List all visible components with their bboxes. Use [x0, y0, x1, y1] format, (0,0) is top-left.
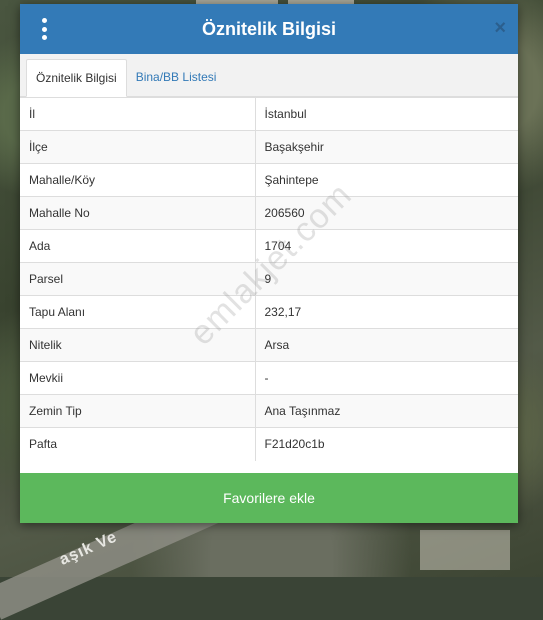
attr-value: İstanbul: [255, 97, 518, 131]
attr-key: Pafta: [20, 427, 256, 461]
modal-title: Öznitelik Bilgisi: [201, 18, 337, 39]
menu-icon[interactable]: [40, 18, 48, 40]
attribute-info-modal: Öznitelik Bilgisi × Öznitelik Bilgisi Bi…: [20, 4, 518, 523]
table-row: İl İstanbul: [20, 97, 518, 131]
tab-bar: Öznitelik Bilgisi Bina/BB Listesi: [20, 54, 518, 97]
table-row: Mahalle No 206560: [20, 196, 518, 230]
add-to-favorites-button[interactable]: Favorilere ekle: [20, 473, 518, 523]
table-row: Ada 1704: [20, 229, 518, 263]
table-row: Pafta F21d20c1b: [20, 427, 518, 461]
attr-value: 232,17: [255, 295, 518, 329]
attr-key: İl: [20, 97, 256, 131]
map-building: [420, 530, 510, 570]
attribute-table: İl İstanbul İlçe Başakşehir Mahalle/Köy Şah…: [20, 97, 518, 461]
tab-building-list[interactable]: Bina/BB Listesi: [127, 58, 226, 96]
close-icon[interactable]: ×: [494, 18, 506, 38]
attr-key: Mahalle No: [20, 196, 256, 230]
attr-key: Zemin Tip: [20, 394, 256, 428]
table-row: Mevkii -: [20, 361, 518, 395]
attr-key: Ada: [20, 229, 256, 263]
attr-value: 1704: [255, 229, 518, 263]
attr-value: Arsa: [255, 328, 518, 362]
table-row: Zemin Tip Ana Taşınmaz: [20, 394, 518, 428]
attr-key: Mahalle/Köy: [20, 163, 256, 197]
attr-key: Parsel: [20, 262, 256, 296]
table-row: Mahalle/Köy Şahintepe: [20, 163, 518, 197]
attr-value: 206560: [255, 196, 518, 230]
attr-key: Nitelik: [20, 328, 256, 362]
attr-value: F21d20c1b: [255, 427, 518, 461]
table-row: İlçe Başakşehir: [20, 130, 518, 164]
tab-attribute-info[interactable]: Öznitelik Bilgisi: [26, 59, 127, 97]
attr-key: İlçe: [20, 130, 256, 164]
table-row: Parsel 9: [20, 262, 518, 296]
attr-key: Mevkii: [20, 361, 256, 395]
attr-value: Şahintepe: [255, 163, 518, 197]
attr-value: 9: [255, 262, 518, 296]
table-row: Tapu Alanı 232,17: [20, 295, 518, 329]
attr-value: Ana Taşınmaz: [255, 394, 518, 428]
attr-key: Tapu Alanı: [20, 295, 256, 329]
attr-value: -: [255, 361, 518, 395]
modal-header: Öznitelik Bilgisi ×: [20, 4, 518, 54]
table-row: Nitelik Arsa: [20, 328, 518, 362]
attr-value: Başakşehir: [255, 130, 518, 164]
